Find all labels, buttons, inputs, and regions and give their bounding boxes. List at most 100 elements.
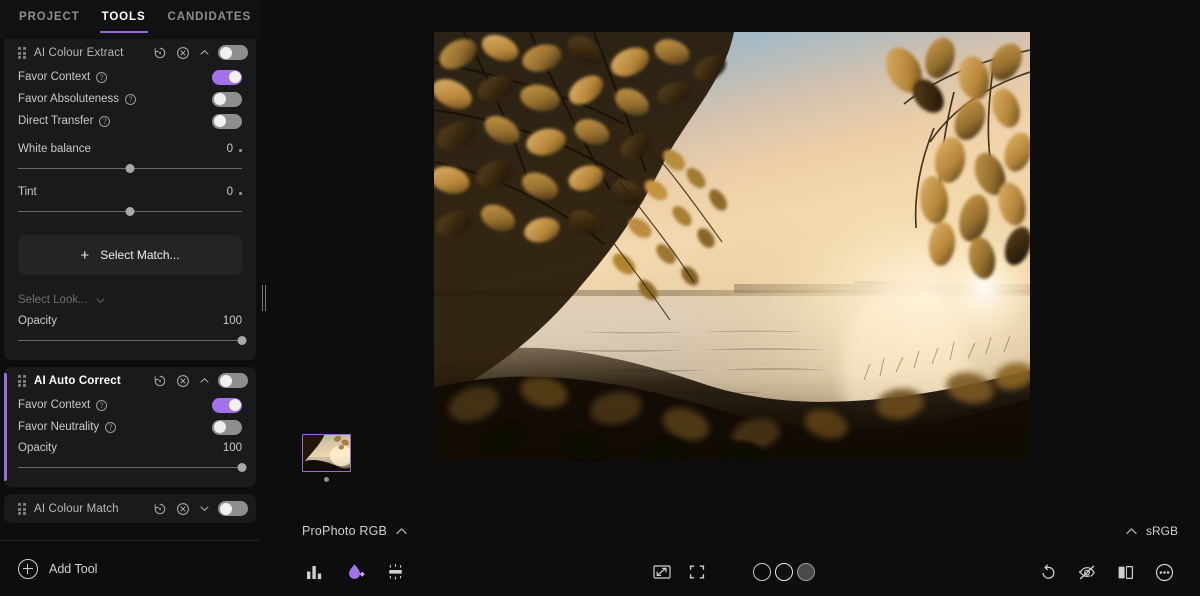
slider-value: 100 (222, 442, 242, 454)
slider-header: Opacity 100 (18, 442, 242, 454)
row-label: Favor Context (18, 399, 91, 411)
eye-off-icon[interactable] (1078, 564, 1096, 581)
thumbnail-image (303, 435, 350, 471)
panel-resize-handle[interactable] (260, 0, 268, 596)
reset-icon[interactable] (153, 46, 167, 60)
drag-handle-icon[interactable] (18, 375, 27, 387)
slider-track-opacity[interactable] (18, 334, 247, 347)
select-match-label: Select Match... (100, 248, 180, 262)
tab-bar: PROJECT TOOLS CANDIDATES (0, 0, 260, 39)
thumbnail-status-dot (324, 477, 329, 482)
slider-header: White balance 0 (18, 143, 242, 155)
slider-thumb[interactable] (237, 336, 247, 345)
tool-enable-toggle[interactable] (218, 501, 248, 516)
add-tool-button[interactable]: Add Tool (0, 540, 260, 596)
tool-header-icons (153, 46, 210, 60)
slider-value: 0 (226, 143, 233, 155)
thumbnail-item[interactable] (302, 434, 351, 472)
tool-title: AI Auto Correct (34, 374, 121, 387)
drag-handle-icon[interactable] (18, 503, 27, 515)
row-favor-neutrality[interactable]: Favor Neutrality ? (18, 416, 242, 438)
more-options-icon[interactable] (1155, 563, 1174, 582)
remove-tool-icon[interactable] (176, 502, 190, 516)
select-look-label: Select Look... (18, 294, 88, 306)
resize-grip-icon (262, 285, 266, 311)
exposure-icon[interactable] (386, 563, 405, 580)
row-favor-absoluteness[interactable]: Favor Absoluteness ? (18, 88, 242, 110)
rotate-icon[interactable] (1040, 564, 1057, 581)
slider-track-tint[interactable] (18, 205, 242, 218)
app-root: PROJECT TOOLS CANDIDATES AI Colour Extra… (0, 0, 1200, 596)
fit-to-screen-icon[interactable] (653, 564, 671, 580)
color-profile-selector[interactable]: ProPhoto RGB (302, 524, 408, 538)
toggle-favor-neutrality[interactable] (212, 419, 242, 435)
chevron-down-icon[interactable] (199, 503, 210, 514)
help-icon[interactable]: ? (125, 93, 137, 105)
slider-white-balance: White balance 0 (18, 132, 242, 175)
toggle-direct-transfer[interactable] (212, 113, 242, 129)
help-icon[interactable]: ? (96, 71, 108, 83)
slider-thumb[interactable] (125, 207, 135, 216)
chevron-up-icon[interactable] (199, 47, 210, 58)
select-look-dropdown[interactable]: Select Look... (4, 275, 256, 306)
slider-thumb[interactable] (237, 463, 247, 472)
tab-project[interactable]: PROJECT (8, 0, 91, 23)
background-black-swatch[interactable] (753, 563, 771, 581)
select-match-button[interactable]: + Select Match... (18, 235, 242, 275)
color-picker-icon[interactable] (346, 563, 365, 580)
row-favor-context[interactable]: Favor Context ? (18, 66, 242, 88)
tab-candidates[interactable]: CANDIDATES (157, 0, 263, 23)
tool-header-ai-colour-extract[interactable]: AI Colour Extract (4, 39, 256, 66)
left-panel: PROJECT TOOLS CANDIDATES AI Colour Extra… (0, 0, 260, 596)
slider-track-opacity-2[interactable] (18, 461, 247, 474)
help-icon[interactable]: ? (105, 421, 117, 433)
viewer-left-toolbar (306, 563, 405, 580)
tool-list-scroll[interactable]: AI Colour Extract Favor Context ? Favor … (0, 39, 260, 540)
row-direct-transfer[interactable]: Direct Transfer ? (18, 110, 242, 132)
slider-thumb[interactable] (125, 164, 135, 173)
tool-card-ai-auto-correct: AI Auto Correct Favor Context ? Favor Ne… (4, 367, 256, 487)
histogram-icon[interactable] (306, 563, 325, 580)
slider-header: Tint 0 (18, 186, 242, 198)
row-label: Favor Absoluteness (18, 93, 120, 105)
tool-title: AI Colour Extract (34, 46, 124, 59)
tool-enable-toggle[interactable] (218, 45, 248, 60)
viewer-center-toolbar (653, 563, 815, 581)
background-white-swatch[interactable] (775, 563, 793, 581)
degree-icon (239, 149, 242, 152)
row-label: Direct Transfer (18, 115, 94, 127)
help-icon[interactable]: ? (96, 399, 108, 411)
fullscreen-icon[interactable] (689, 564, 705, 580)
image-canvas[interactable] (434, 32, 1030, 461)
row-favor-context-2[interactable]: Favor Context ? (18, 394, 242, 416)
tool-header-ai-colour-match[interactable]: AI Colour Match (4, 494, 256, 523)
viewer-right-toolbar (1040, 563, 1174, 582)
remove-tool-icon[interactable] (176, 46, 190, 60)
reset-icon[interactable] (153, 502, 167, 516)
help-icon[interactable]: ? (99, 115, 111, 127)
tab-tools[interactable]: TOOLS (91, 0, 157, 33)
filmstrip (302, 434, 351, 482)
viewer-area: ProPhoto RGB sRGB (268, 0, 1200, 596)
compare-split-icon[interactable] (1117, 564, 1134, 581)
output-profile-selector[interactable]: sRGB (1125, 524, 1178, 538)
tool-header-ai-auto-correct[interactable]: AI Auto Correct (4, 367, 256, 394)
background-color-swatches (753, 563, 815, 581)
remove-tool-icon[interactable] (176, 374, 190, 388)
toggle-favor-absoluteness[interactable] (212, 91, 242, 107)
drag-handle-icon[interactable] (18, 47, 27, 59)
reset-icon[interactable] (153, 374, 167, 388)
slider-value: 0 (226, 186, 233, 198)
degree-icon (239, 192, 242, 195)
toggle-favor-context[interactable] (212, 69, 242, 85)
chevron-up-icon[interactable] (199, 375, 210, 386)
toggle-favor-context-2[interactable] (212, 397, 242, 413)
slider-opacity-2: Opacity 100 (18, 438, 247, 474)
tool-enable-toggle[interactable] (218, 373, 248, 388)
tool-card-ai-colour-extract: AI Colour Extract Favor Context ? Favor … (4, 39, 256, 360)
slider-label: White balance (18, 143, 91, 155)
background-grey-swatch[interactable] (797, 563, 815, 581)
plus-circle-icon (18, 558, 38, 579)
slider-track-white-balance[interactable] (18, 162, 242, 175)
tool-list: AI Colour Extract Favor Context ? Favor … (0, 39, 260, 523)
